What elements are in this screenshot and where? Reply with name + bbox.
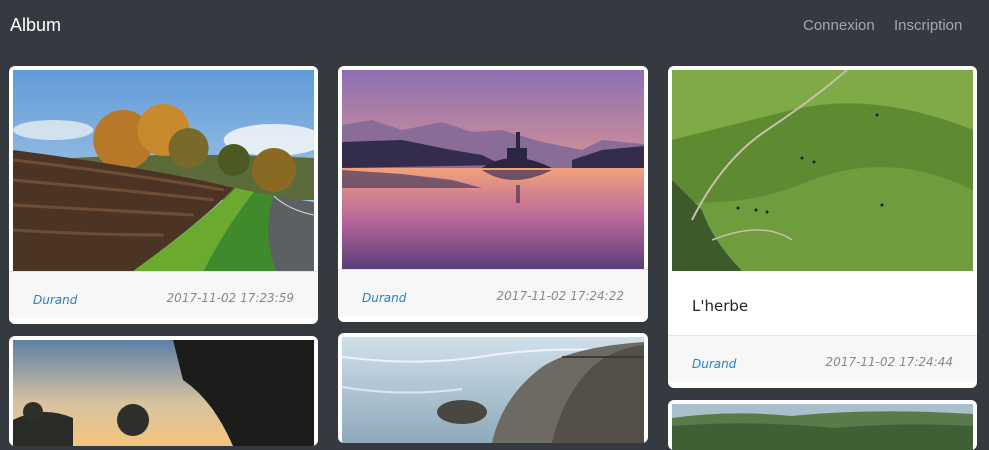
author-link[interactable]: Durand <box>33 293 77 307</box>
post-date: 2017-11-02 17:23:59 <box>166 291 294 305</box>
photo-field-road[interactable] <box>13 70 314 271</box>
post-date: 2017-11-02 17:24:22 <box>496 289 624 303</box>
photo-lake-island[interactable] <box>342 70 644 269</box>
photo-rocky-shore[interactable] <box>342 337 644 443</box>
card-footer: Durand 2017-11-02 17:24:44 <box>668 335 977 382</box>
photo-green-hills[interactable] <box>672 70 973 271</box>
post-date: 2017-11-02 17:24:44 <box>825 355 953 369</box>
card-title: L'herbe <box>692 297 749 315</box>
navbar: Album Connexion Inscription <box>0 0 989 52</box>
photo-sunset-trees[interactable] <box>13 340 314 446</box>
author-link[interactable]: Durand <box>362 291 406 305</box>
photo-valley[interactable] <box>672 404 973 450</box>
login-link[interactable]: Connexion <box>803 16 875 36</box>
photo-card: Durand 2017-11-02 17:24:22 <box>338 66 648 322</box>
photo-card <box>668 400 977 450</box>
photo-card: L'herbe Durand 2017-11-02 17:24:44 <box>668 66 977 388</box>
signup-link[interactable]: Inscription <box>894 16 962 36</box>
photo-card: Durand 2017-11-02 17:23:59 <box>9 66 318 324</box>
card-footer: Durand 2017-11-02 17:23:59 <box>9 271 318 318</box>
photo-card <box>338 333 648 443</box>
card-footer: Durand 2017-11-02 17:24:22 <box>338 269 648 316</box>
brand-title[interactable]: Album <box>10 14 61 36</box>
author-link[interactable]: Durand <box>692 357 736 371</box>
card-body: L'herbe <box>672 271 973 335</box>
